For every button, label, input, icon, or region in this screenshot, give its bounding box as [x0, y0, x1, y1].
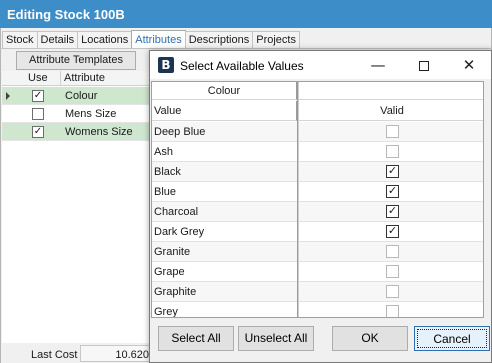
value-label: Ash — [154, 146, 173, 158]
tab-attributes[interactable]: Attributes — [131, 30, 186, 48]
attributes-grid-header: Use Attribute — [2, 71, 150, 86]
last-cost-field[interactable]: 10.620 — [80, 345, 152, 362]
value-label: Dark Grey — [154, 226, 205, 238]
use-column-header: Use — [28, 72, 48, 84]
use-checkbox[interactable]: ✓ — [32, 126, 44, 138]
value-label: Black — [154, 166, 181, 178]
window-title-bar: Editing Stock 100B — [0, 0, 492, 28]
value-row[interactable]: Granite — [152, 242, 483, 262]
app-logo-icon: B — [158, 57, 174, 73]
close-button[interactable]: ✕ — [446, 51, 492, 79]
maximize-button[interactable] — [401, 51, 447, 79]
value-label: Granite — [154, 246, 191, 258]
value-label: Charcoal — [154, 206, 199, 218]
value-row[interactable]: Charcoal ✓ — [152, 202, 483, 222]
value-row[interactable]: Ash — [152, 142, 483, 162]
select-all-button[interactable]: Select All — [158, 326, 234, 351]
value-row[interactable]: Deep Blue — [152, 122, 483, 142]
tab-divider — [0, 48, 492, 49]
value-row[interactable]: Blue ✓ — [152, 182, 483, 202]
value-label: Deep Blue — [154, 126, 206, 138]
minimize-button[interactable]: — — [355, 51, 401, 79]
column-separator — [60, 71, 61, 86]
attribute-row-colour[interactable]: ✓ Colour — [2, 87, 150, 105]
value-row[interactable]: Black ✓ — [152, 162, 483, 182]
valid-checkbox[interactable] — [386, 245, 399, 258]
valid-checkbox[interactable] — [386, 145, 399, 158]
tab-strip: Stock Details Locations Attributes Descr… — [2, 30, 300, 48]
select-values-dialog: B Select Available Values — ✕ Colour Val… — [149, 50, 492, 363]
valid-checkbox[interactable]: ✓ — [386, 165, 399, 178]
use-checkbox[interactable]: ✓ — [32, 90, 44, 102]
cancel-button[interactable]: Cancel — [414, 326, 490, 351]
values-grid: Colour Value Valid Deep Blue Ash Black ✓ Blu… — [151, 81, 484, 318]
maximize-icon — [419, 60, 429, 71]
attribute-templates-button[interactable]: Attribute Templates — [16, 51, 136, 70]
attribute-column-header[interactable]: Attribute — [64, 72, 105, 84]
attribute-label: Mens Size — [65, 108, 117, 120]
valid-checkbox[interactable] — [386, 265, 399, 278]
valid-column-header[interactable]: Valid — [299, 101, 483, 121]
last-cost-label: Last Cost — [31, 349, 78, 361]
window-title: Editing Stock 100B — [7, 7, 125, 22]
value-column-header[interactable]: Value — [152, 101, 297, 121]
tab-descriptions[interactable]: Descriptions — [184, 31, 254, 48]
column-separator — [297, 82, 299, 317]
row-pointer-icon — [6, 92, 10, 100]
value-label: Grey — [154, 306, 178, 318]
attribute-label: Womens Size — [65, 126, 133, 138]
unselect-all-button[interactable]: Unselect All — [238, 326, 314, 351]
valid-checkbox[interactable]: ✓ — [386, 185, 399, 198]
valid-checkbox[interactable] — [386, 285, 399, 298]
attributes-grid: Use Attribute ✓ Colour Mens Size ✓ Women… — [2, 71, 150, 343]
value-label: Blue — [154, 186, 177, 198]
dialog-title-bar[interactable]: B Select Available Values — ✕ — [150, 51, 491, 79]
valid-checkbox[interactable]: ✓ — [386, 205, 399, 218]
value-row[interactable]: Dark Grey ✓ — [152, 222, 483, 242]
ok-button[interactable]: OK — [332, 326, 408, 351]
value-label: Grape — [154, 266, 185, 278]
cancel-button-label: Cancel — [417, 329, 487, 348]
tab-projects[interactable]: Projects — [252, 31, 300, 48]
value-row[interactable]: Graphite — [152, 282, 483, 302]
tab-locations[interactable]: Locations — [77, 31, 133, 48]
valid-checkbox[interactable] — [386, 305, 399, 317]
dialog-title: Select Available Values — [180, 59, 304, 73]
valid-checkbox[interactable] — [386, 125, 399, 138]
value-row[interactable]: Grape — [152, 262, 483, 282]
group-header-filler — [299, 82, 483, 100]
tab-details[interactable]: Details — [36, 31, 79, 48]
use-checkbox[interactable] — [32, 108, 44, 120]
attribute-row-womens-size[interactable]: ✓ Womens Size — [2, 123, 150, 141]
value-row[interactable]: Grey — [152, 302, 483, 318]
attribute-label: Colour — [65, 90, 98, 102]
tab-stock[interactable]: Stock — [2, 31, 38, 48]
attribute-row-mens-size[interactable]: Mens Size — [2, 105, 150, 123]
group-header-colour: Colour — [152, 82, 297, 100]
valid-checkbox[interactable]: ✓ — [386, 225, 399, 238]
value-label: Graphite — [154, 286, 197, 298]
